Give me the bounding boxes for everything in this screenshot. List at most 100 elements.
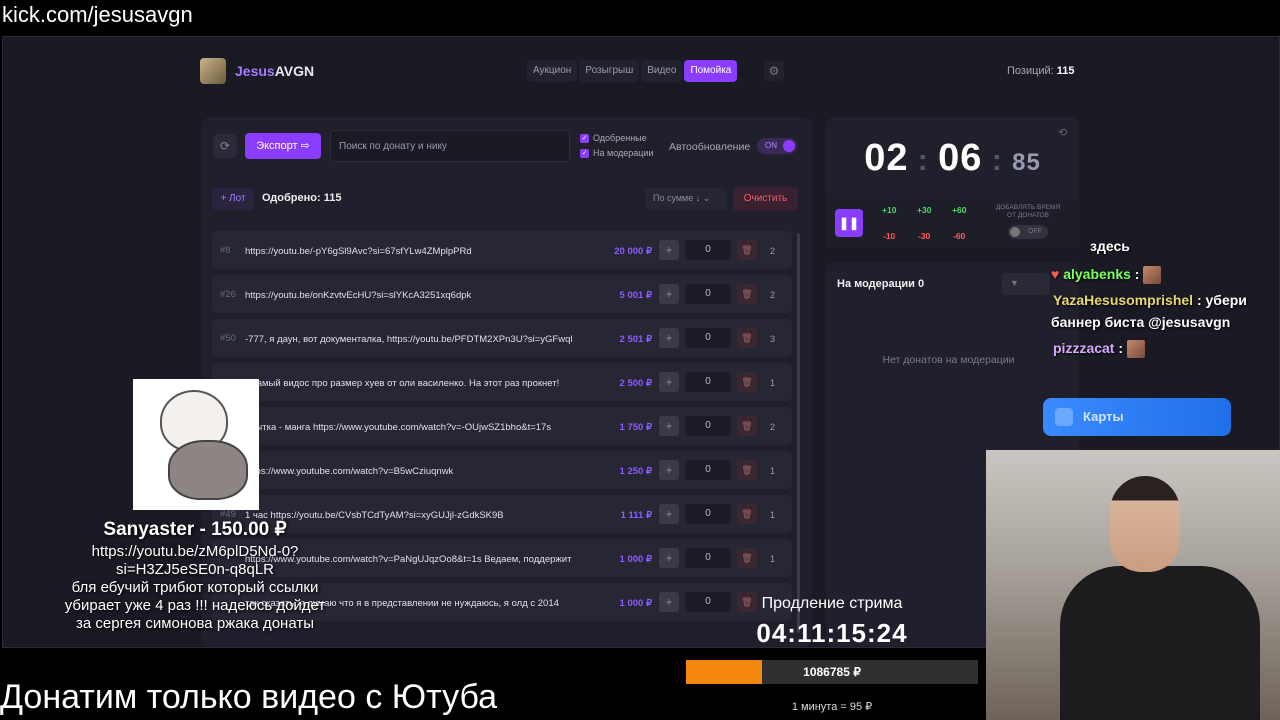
row-amount: 20 000 ₽ (614, 246, 652, 257)
qty-input[interactable]: 0 (685, 504, 731, 524)
donation-message-line: за сергея симонова ржака донаты (76, 615, 314, 632)
plus-button[interactable]: + (659, 240, 679, 260)
clear-button[interactable]: Очистить (733, 187, 798, 211)
search-input[interactable]: Поиск по донату и нику (330, 130, 570, 162)
toggle-knob (783, 140, 795, 152)
chat-message: pizzzacat : (1053, 340, 1145, 359)
extension-timer: 04:11:15:24 (756, 618, 908, 648)
tab-trash[interactable]: Помойка (684, 60, 738, 82)
chat-user: YazaHesusomprishel (1053, 292, 1194, 308)
chat-partial: здесь (1090, 238, 1130, 254)
list-item[interactable]: #26 https://youtu.be/onKzvtvEcHU?si=slYKc… (212, 275, 792, 313)
autoupdate-toggle[interactable]: ON (757, 138, 797, 154)
trash-icon[interactable]: 🗑 (737, 504, 757, 524)
sub-10-button[interactable]: -10 (883, 231, 895, 241)
browser-url: kick.com/jesusavgn (0, 0, 1280, 32)
pause-button[interactable]: ❚❚ (835, 209, 863, 237)
qty-input[interactable]: 0 (685, 592, 731, 612)
moderation-filter-button[interactable]: ▼ (1002, 273, 1050, 295)
emote-icon (1126, 340, 1145, 359)
donation-message-line: убирает уже 4 раз !!! надеюсь дойдет (64, 597, 326, 614)
filter-moderation-checkbox[interactable]: ✓ На модерации (580, 148, 653, 158)
qty-input[interactable]: 0 (685, 416, 731, 436)
row-text: т самый видос про размер хуев от оли вас… (245, 378, 560, 389)
qty-input[interactable]: 0 (685, 328, 731, 348)
chat-user: alyabenks (1063, 266, 1131, 282)
sort-select[interactable]: По сумме ↓ ⌄ (645, 188, 727, 210)
tab-auction[interactable]: Аукцион (527, 60, 578, 82)
badge-icon: ♥ (1051, 266, 1060, 282)
cards-button[interactable]: Карты (1043, 398, 1231, 436)
plus-button[interactable]: + (659, 460, 679, 480)
plus-button[interactable]: + (659, 416, 679, 436)
check-icon: ✓ (580, 133, 589, 143)
trash-icon[interactable]: 🗑 (737, 416, 757, 436)
bottom-banner: Донатим только видео с Ютуба (0, 678, 498, 716)
qty-input[interactable]: 0 (685, 548, 731, 568)
toggle-knob (1010, 227, 1020, 237)
list-item[interactable]: https://www.youtube.com/watch?v=B5wCziuq… (212, 451, 792, 489)
row-number: #50 (220, 333, 236, 344)
row-count: 1 (770, 466, 776, 476)
channel-avatar (200, 58, 226, 84)
qty-input[interactable]: 0 (685, 460, 731, 480)
row-count: 1 (770, 510, 776, 520)
filter-approved-checkbox[interactable]: ✓ Одобренные (580, 133, 647, 143)
tab-video[interactable]: Видео (641, 60, 683, 82)
plus-button[interactable]: + (659, 328, 679, 348)
list-item[interactable]: т самый видос про размер хуев от оли вас… (212, 363, 792, 401)
cards-label: Карты (1083, 409, 1124, 424)
add-30-button[interactable]: +30 (917, 205, 931, 215)
extension-label: Продление стрима (761, 595, 903, 612)
add-60-button[interactable]: +60 (952, 205, 966, 215)
timer-centiseconds: 85 (1012, 149, 1041, 176)
export-label: Экспорт (256, 140, 298, 152)
row-amount: 1 750 ₽ (619, 422, 652, 433)
trash-icon[interactable]: 🗑 (737, 548, 757, 568)
export-button[interactable]: Экспорт ⇨ (245, 133, 321, 159)
plus-button[interactable]: + (659, 592, 679, 612)
row-count: 3 (770, 334, 776, 344)
qty-input[interactable]: 0 (685, 372, 731, 392)
row-amount: 5 001 ₽ (619, 290, 652, 301)
donation-message-line: si=H3ZJ5eSE0n-q8qLR (115, 561, 274, 578)
row-count: 2 (770, 246, 776, 256)
plus-button[interactable]: + (659, 372, 679, 392)
refresh-icon[interactable]: ⟳ (213, 134, 237, 158)
sort-label: По сумме ↓ (653, 193, 701, 203)
history-icon[interactable]: ⟲ (1058, 126, 1067, 139)
trash-icon[interactable]: 🗑 (737, 284, 757, 304)
chat-sep: : (1130, 266, 1140, 282)
settings-gear-icon[interactable]: ⚙ (764, 61, 784, 81)
timer-seconds: 06 (938, 137, 983, 179)
cards-icon (1055, 408, 1073, 426)
add-time-toggle[interactable]: OFF (1008, 225, 1048, 239)
trash-icon[interactable]: 🗑 (737, 240, 757, 260)
sub-30-button[interactable]: -30 (918, 231, 930, 241)
tab-giveaway[interactable]: Розыгрыш (579, 60, 640, 82)
add-lot-button[interactable]: + Лот (212, 188, 254, 210)
donation-message: https://youtu.be/zM6plD5Nd-0? si=H3ZJ5eS… (40, 543, 350, 633)
chat-user: pizzzacat (1053, 340, 1115, 356)
row-number: #8 (220, 245, 231, 256)
list-scrollbar[interactable] (797, 233, 800, 633)
row-text: https://www.youtube.com/watch?v=B5wCziuq… (245, 466, 454, 477)
qty-input[interactable]: 0 (685, 284, 731, 304)
list-item[interactable]: #50 -777, я даун, вот документалка, https… (212, 319, 792, 357)
plus-button[interactable]: + (659, 548, 679, 568)
plus-button[interactable]: + (659, 504, 679, 524)
moderation-empty-text: Нет донатов на модерации (882, 354, 1015, 366)
sub-60-button[interactable]: -60 (953, 231, 965, 241)
add-10-button[interactable]: +10 (882, 205, 896, 215)
trash-icon[interactable]: 🗑 (737, 460, 757, 480)
trash-icon[interactable]: 🗑 (737, 328, 757, 348)
chat-message: баннер биста @jesusavgn (1051, 314, 1231, 330)
row-amount: 1 000 ₽ (619, 554, 652, 565)
row-text: -777, я даун, вот документалка, https://… (245, 334, 573, 345)
trash-icon[interactable]: 🗑 (737, 372, 757, 392)
main-nav: Аукцион Розыгрыш Видео Помойка (527, 60, 738, 82)
qty-input[interactable]: 0 (685, 240, 731, 260)
list-item[interactable]: #8 https://youtu.be/-pY6gSl9Avc?si=67sfYL… (212, 231, 792, 269)
plus-button[interactable]: + (659, 284, 679, 304)
list-item[interactable]: опытка - манга https://www.youtube.com/w… (212, 407, 792, 445)
